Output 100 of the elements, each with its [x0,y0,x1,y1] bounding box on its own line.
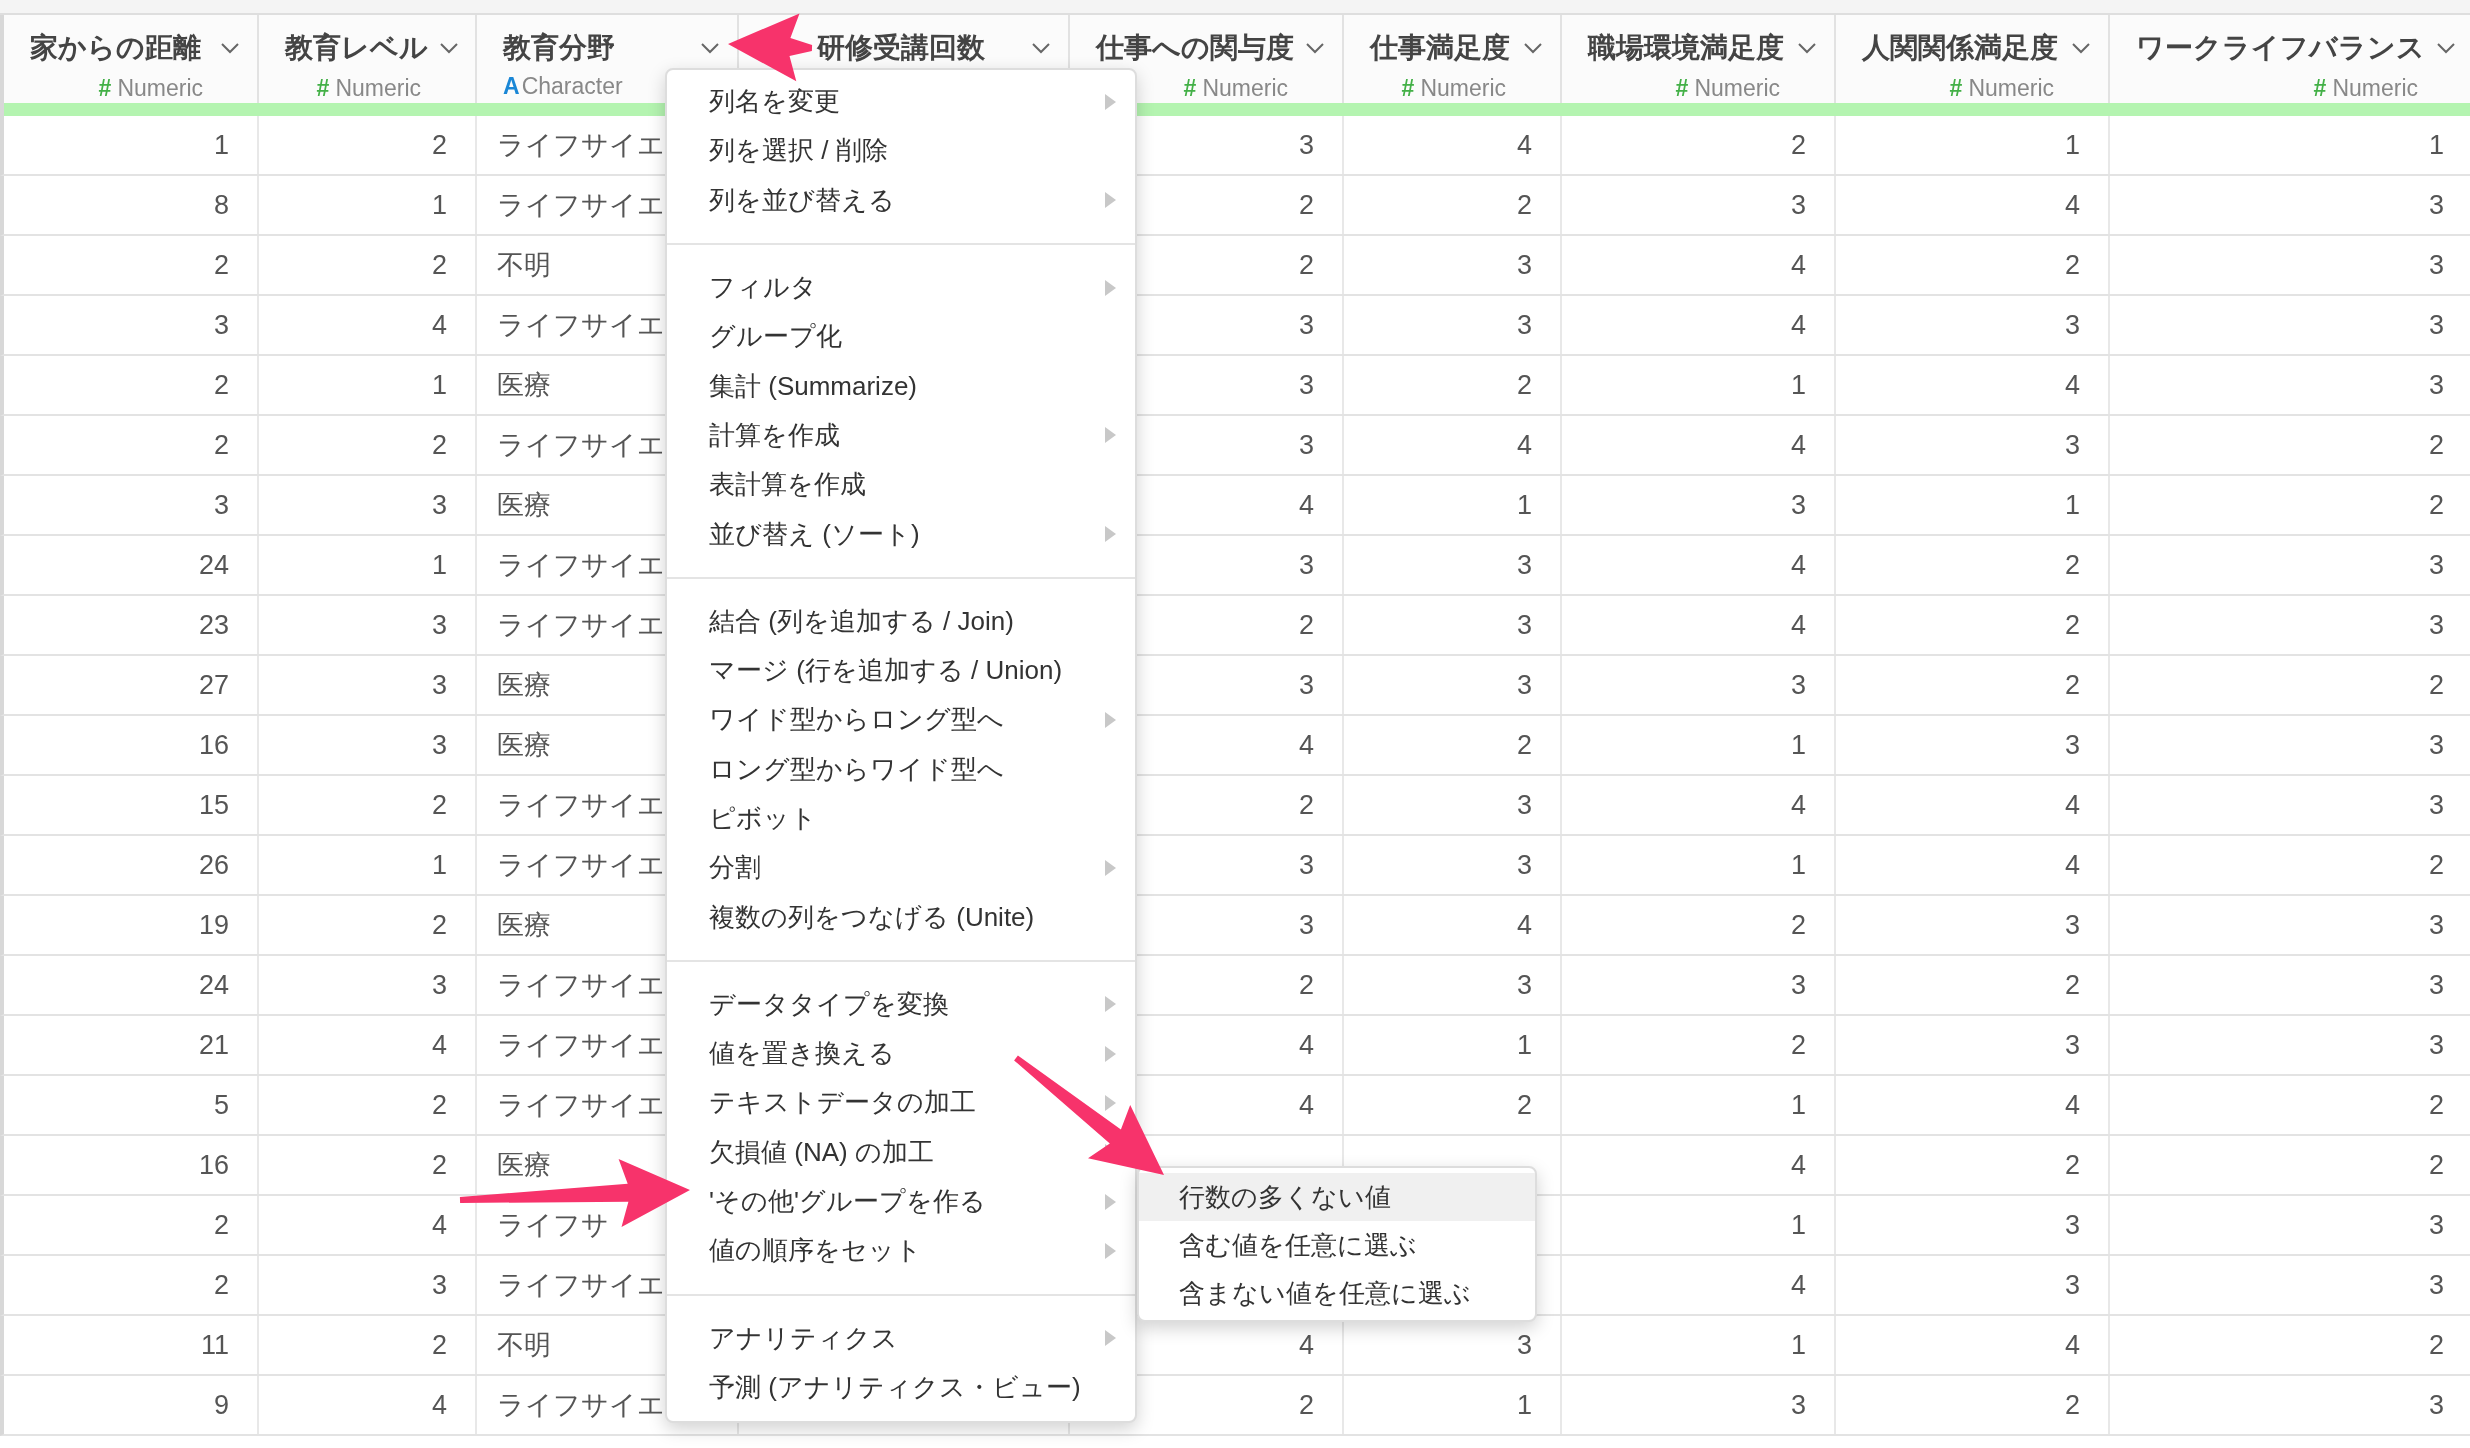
table-cell-text: 3 [1790,1388,1806,1422]
submenu-item[interactable]: 含まない値を任意に選ぶ [1139,1269,1535,1317]
table-cell-text: 3 [2428,1388,2444,1422]
menu-item[interactable]: 分割 [709,848,761,888]
table-cell-text: 2 [1516,728,1532,762]
menu-item[interactable]: テキストデータの加工 [709,1083,976,1123]
table-cell-text: 4 [1790,1148,1806,1182]
menu-item[interactable]: 複数の列をつなげる (Unite) [709,897,1035,937]
submenu-item[interactable]: 行数の多くない値 [1139,1173,1535,1221]
menu-item[interactable]: 値の順序をセット [709,1231,922,1271]
table-cell-text: 2 [431,1088,447,1122]
table-cell-text: 2 [1516,188,1532,222]
table-cell-text: 3 [431,728,447,762]
table-cell-text: 4 [431,1388,447,1422]
table-cell-text: 1 [431,188,447,222]
table-cell-text: 4 [1298,1328,1314,1362]
table-cell-text: 1 [2428,128,2444,162]
menu-item[interactable]: 値を置き換える [709,1034,895,1074]
menu-item[interactable]: 集計 (Summarize) [709,366,917,406]
menu-item[interactable]: 'その他'グループを作る [709,1182,986,1222]
menu-item[interactable]: アナリティクス [709,1318,898,1358]
table-cell-text: 4 [1790,788,1806,822]
menu-item[interactable]: 並び替え (ソート) [709,514,920,554]
table-cell-text: 4 [1790,548,1806,582]
table-cell-text: ライフサイエ [497,1028,665,1062]
menu-item[interactable]: 予測 (アナリティクス・ビュー) [709,1367,1081,1407]
table-cell-text: 3 [2428,308,2444,342]
table-cell-text: 23 [198,608,229,642]
table-cell-text: 1 [1790,848,1806,882]
menu-item[interactable]: ワイド型からロング型へ [709,700,1004,740]
table-cell-text: 24 [198,548,229,582]
table-cell-text: 3 [1516,668,1532,702]
table-cell-text: 3 [2428,608,2444,642]
table-cell-text: 2 [213,368,229,402]
table-cell-text: 不明 [497,248,551,282]
menu-item[interactable]: 列名を変更 [709,82,840,122]
table-cell-text: 2 [1298,608,1314,642]
table-cell-text: 3 [2428,788,2444,822]
table-cell-text: 2 [2428,668,2444,702]
column-title: ワークライフバランス [2136,31,2425,65]
table-cell-text: 2 [213,428,229,462]
table-cell-text: 2 [1790,908,1806,942]
table-cell-text: 4 [1790,248,1806,282]
table-cell-text: 3 [1516,968,1532,1002]
menu-item[interactable]: 列を選択 / 削除 [709,131,888,171]
table-cell-text: 4 [1516,128,1532,162]
table-cell-text: 3 [431,1268,447,1302]
column-type: # Numeric [316,74,421,103]
table-cell-text: 3 [1516,248,1532,282]
table-cell-text: 24 [198,968,229,1002]
table-cell-text: 4 [2064,848,2080,882]
table-cell-text: 4 [2064,788,2080,822]
table-cell-text: ライフサイエ [497,1268,665,1302]
table-cell-text: ライフサイエ [497,128,665,162]
column-title: 職場環境満足度 [1588,31,1784,65]
table-cell-text: 4 [1790,308,1806,342]
table-cell-text: 3 [2428,728,2444,762]
menu-item[interactable]: グループ化 [709,317,842,357]
column-type: # Numeric [1183,74,1288,103]
column-title: 教育分野 [503,31,615,65]
submenu-item[interactable]: 含む値を任意に選ぶ [1139,1221,1535,1269]
table-cell-text: ライフサイエ [497,608,665,642]
menu-item[interactable]: データタイプを変換 [709,984,949,1024]
table-cell-text: 4 [1790,428,1806,462]
menu-item[interactable]: フィルタ [709,268,817,308]
table-cell-text: 4 [431,1028,447,1062]
table-cell-text: 2 [2428,1328,2444,1362]
table-cell-text: 4 [1298,1028,1314,1062]
table-cell-text: 3 [1516,788,1532,822]
table-cell-text: 1 [1790,368,1806,402]
column-title: 研修受講回数 [817,31,985,65]
menu-item[interactable]: 計算を作成 [709,415,840,455]
table-cell-text: 2 [2428,848,2444,882]
column-title: 仕事満足度 [1370,31,1510,65]
table-cell-text: 2 [2064,1148,2080,1182]
table-cell-text: 2 [2428,1088,2444,1122]
menu-item[interactable]: ロング型からワイド型へ [709,749,1004,789]
table-cell-text: 2 [431,1148,447,1182]
table-cell-text: ライフサイエ [497,788,665,822]
menu-item[interactable]: 欠損値 (NA) の加工 [709,1132,934,1172]
table-cell-text: 2 [1516,368,1532,402]
table-cell-text: 3 [1790,188,1806,222]
table-cell-text: 2 [2428,428,2444,462]
column-title: 仕事への関与度 [1096,31,1294,65]
table-cell-text: 不明 [497,1328,551,1362]
menu-item[interactable]: マージ (行を追加する / Union) [709,651,1063,691]
table-cell-text: 1 [431,548,447,582]
table-cell-text: 3 [2428,968,2444,1002]
table-cell-text: 2 [431,248,447,282]
table-cell-text: ライフサイエ [497,428,665,462]
table-cell-text: 3 [1298,668,1314,702]
table-cell-text: 1 [2064,488,2080,522]
table-cell-text: 3 [213,308,229,342]
table-cell-text: 19 [198,908,229,942]
menu-item[interactable]: 結合 (列を追加する / Join) [709,601,1014,641]
table-cell-text: 4 [2064,1328,2080,1362]
menu-item[interactable]: ピボット [709,799,817,838]
menu-item[interactable]: 表計算を作成 [709,465,866,505]
table-cell-text: 3 [1516,1328,1532,1362]
menu-item[interactable]: 列を並び替える [709,180,895,220]
